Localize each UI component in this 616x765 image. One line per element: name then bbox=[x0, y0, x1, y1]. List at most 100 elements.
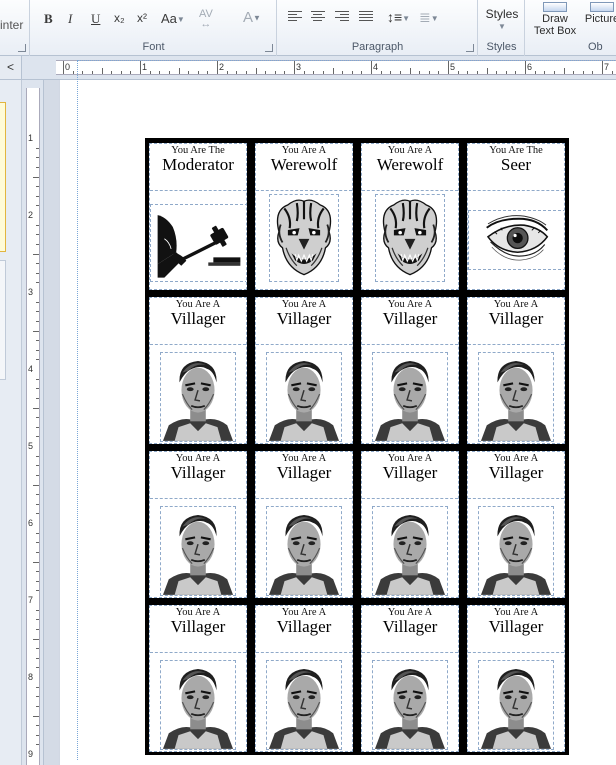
villager-image[interactable] bbox=[266, 352, 342, 442]
card-title-box[interactable]: You Are A Villager bbox=[150, 298, 246, 345]
subscript-button[interactable]: x₂ bbox=[114, 11, 125, 25]
card-title-box[interactable]: You Are A Villager bbox=[256, 606, 352, 653]
font-group: B I U x₂ x² Aa▼ AV ↔ A▼ Font bbox=[31, 0, 277, 56]
card-title-box[interactable]: You Are A Villager bbox=[256, 298, 352, 345]
ruler-tick bbox=[36, 696, 39, 698]
eye-illustration bbox=[469, 211, 565, 269]
role-card[interactable]: You Are The Moderator bbox=[149, 143, 247, 290]
villager-image[interactable] bbox=[372, 352, 448, 442]
werewolf-image[interactable] bbox=[269, 194, 339, 282]
villager-image[interactable] bbox=[478, 660, 554, 750]
villager-image[interactable] bbox=[372, 506, 448, 596]
werewolf-image[interactable] bbox=[375, 194, 445, 282]
role-card[interactable]: You Are A Villager bbox=[467, 451, 565, 598]
text-box-icon bbox=[543, 2, 567, 12]
card-title-box[interactable]: You Are A Villager bbox=[150, 452, 246, 499]
vertical-ruler[interactable]: 1 2 3 4 5 6 7 8 9 bbox=[22, 80, 44, 765]
change-case-label: Aa bbox=[161, 11, 177, 26]
justify-icon[interactable] bbox=[359, 11, 373, 23]
character-spacing-button[interactable]: AV ↔ bbox=[199, 9, 213, 30]
card-title-box[interactable]: You Are A Werewolf bbox=[256, 144, 352, 191]
role-card[interactable]: You Are A Villager bbox=[361, 605, 459, 752]
villager-illustration bbox=[161, 353, 235, 441]
card-role: Villager bbox=[382, 309, 438, 328]
card-title-box[interactable]: You Are A Villager bbox=[468, 606, 564, 653]
page-thumbnail[interactable] bbox=[0, 260, 6, 380]
paragraph-launcher-icon[interactable] bbox=[466, 44, 474, 52]
card-title-box[interactable]: You Are A Villager bbox=[362, 298, 458, 345]
card-role: Seer bbox=[500, 155, 532, 174]
card-title-box[interactable]: You Are A Villager bbox=[362, 452, 458, 499]
ruler-tick bbox=[33, 484, 39, 486]
role-card[interactable]: You Are A Villager bbox=[149, 297, 247, 444]
villager-image[interactable] bbox=[372, 660, 448, 750]
align-left-icon[interactable] bbox=[288, 11, 302, 23]
card-role: Villager bbox=[488, 309, 544, 328]
villager-image[interactable] bbox=[478, 352, 554, 442]
objects-group: Draw Text Box Picture Ob bbox=[526, 0, 616, 56]
card-title-box[interactable]: You Are A Villager bbox=[468, 452, 564, 499]
role-card[interactable]: You Are A Villager bbox=[467, 605, 565, 752]
styles-button[interactable]: Styles ▼ bbox=[479, 8, 525, 33]
role-card[interactable]: You Are The Seer bbox=[467, 143, 565, 290]
gavel-image[interactable] bbox=[150, 204, 246, 282]
ruler-tick bbox=[36, 272, 39, 274]
card-role: Villager bbox=[170, 617, 226, 636]
change-case-button[interactable]: Aa▼ bbox=[161, 11, 185, 26]
font-color-button[interactable]: A▼ bbox=[243, 9, 261, 26]
role-card[interactable]: You Are A Villager bbox=[467, 297, 565, 444]
card-title-box[interactable]: You Are A Werewolf bbox=[362, 144, 458, 191]
card-title-box[interactable]: You Are A Villager bbox=[362, 606, 458, 653]
ruler-tick bbox=[33, 407, 39, 409]
role-card[interactable]: You Are A Villager bbox=[255, 451, 353, 598]
eye-image[interactable] bbox=[468, 210, 565, 270]
role-card[interactable]: You Are A Villager bbox=[361, 297, 459, 444]
card-title-box[interactable]: You Are The Moderator bbox=[150, 144, 246, 191]
card-title-box[interactable]: You Are A Villager bbox=[256, 452, 352, 499]
draw-text-box-button[interactable]: Draw Text Box bbox=[528, 2, 582, 37]
villager-image[interactable] bbox=[160, 352, 236, 442]
villager-image[interactable] bbox=[266, 660, 342, 750]
italic-button[interactable]: I bbox=[68, 11, 72, 27]
paragraph-options-button[interactable]: ≣▼ bbox=[419, 9, 439, 26]
paragraph-group-label: Paragraph bbox=[351, 41, 404, 53]
werewolf-illustration bbox=[376, 195, 444, 281]
ruler-v-label: 4 bbox=[28, 364, 34, 374]
card-role: Moderator bbox=[162, 155, 234, 174]
bold-button[interactable]: B bbox=[44, 11, 53, 27]
ruler-tick bbox=[36, 157, 39, 159]
ruler-tick bbox=[36, 455, 39, 457]
ruler-tick bbox=[36, 263, 39, 265]
underline-button[interactable]: U bbox=[91, 11, 100, 27]
font-launcher-icon[interactable] bbox=[265, 44, 273, 52]
clipboard-launcher-icon[interactable] bbox=[18, 44, 26, 52]
villager-image[interactable] bbox=[478, 506, 554, 596]
card-title-box[interactable]: You Are A Villager bbox=[468, 298, 564, 345]
paragraph-options-icon: ≣ bbox=[419, 9, 431, 25]
ruler-v-label: 8 bbox=[28, 672, 34, 682]
role-card[interactable]: You Are A Villager bbox=[255, 297, 353, 444]
objects-group-label: Ob bbox=[588, 41, 603, 53]
role-card[interactable]: You Are A Villager bbox=[149, 451, 247, 598]
line-spacing-button[interactable]: ↕≡▼ bbox=[387, 9, 410, 25]
role-card[interactable]: You Are A Villager bbox=[255, 605, 353, 752]
styles-group-label: Styles bbox=[486, 41, 517, 53]
role-card[interactable]: You Are A Werewolf bbox=[361, 143, 459, 290]
card-title-box[interactable]: You Are The Seer bbox=[468, 144, 564, 191]
villager-image[interactable] bbox=[266, 506, 342, 596]
villager-image[interactable] bbox=[160, 506, 236, 596]
role-card[interactable]: You Are A Werewolf bbox=[255, 143, 353, 290]
picture-button[interactable]: Picture bbox=[582, 2, 616, 25]
ruler-tick bbox=[36, 580, 39, 582]
villager-image[interactable] bbox=[160, 660, 236, 750]
format-painter-label[interactable]: inter bbox=[0, 18, 23, 32]
align-center-icon[interactable] bbox=[311, 11, 325, 23]
align-right-icon[interactable] bbox=[335, 11, 349, 23]
nav-collapse-button[interactable]: < bbox=[0, 56, 22, 80]
card-title-box[interactable]: You Are A Villager bbox=[150, 606, 246, 653]
superscript-button[interactable]: x² bbox=[137, 11, 147, 25]
page-thumbnail-selected[interactable] bbox=[0, 102, 6, 252]
ruler-v-label: 6 bbox=[28, 518, 34, 528]
role-card[interactable]: You Are A Villager bbox=[149, 605, 247, 752]
role-card[interactable]: You Are A Villager bbox=[361, 451, 459, 598]
